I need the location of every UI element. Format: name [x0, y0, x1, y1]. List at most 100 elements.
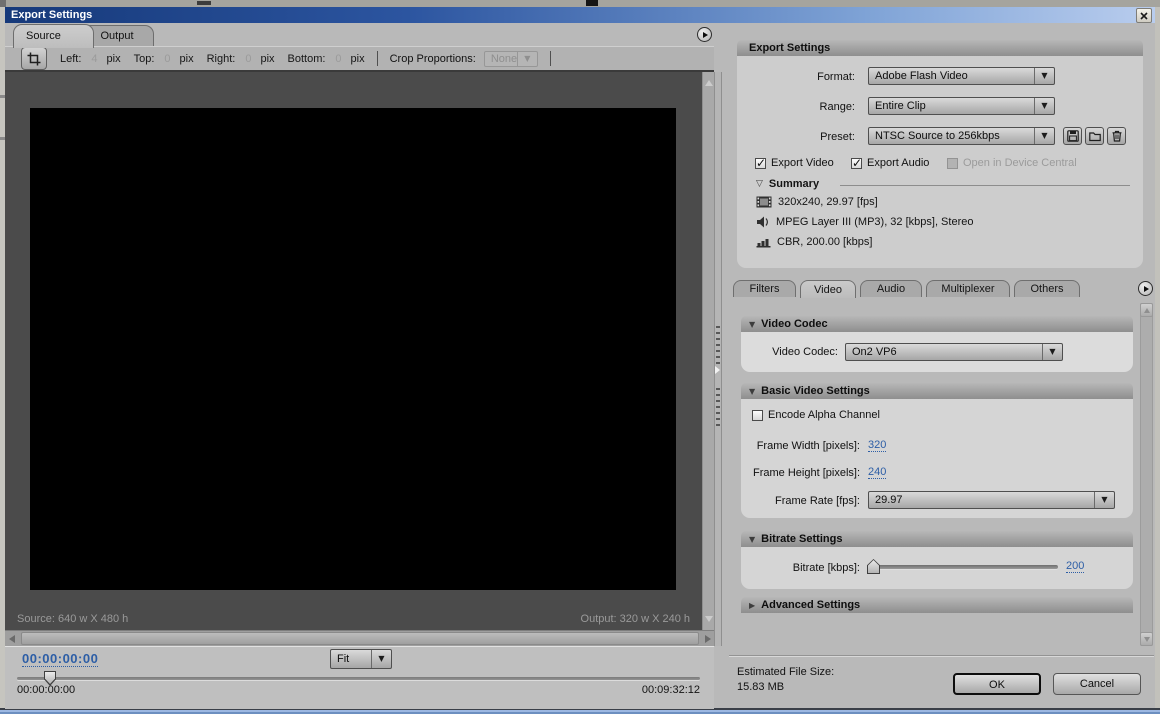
- advanced-settings-header[interactable]: ▶ Advanced Settings: [741, 597, 1133, 613]
- export-audio-checkbox[interactable]: Export Audio: [851, 157, 929, 169]
- frame-height-label: Frame Height [pixels]:: [737, 467, 860, 479]
- preset-dropdown[interactable]: NTSC Source to 256kbps ▼: [868, 127, 1055, 145]
- summary-audio-row: MPEG Layer III (MP3), 32 [kbps], Stereo: [756, 216, 973, 228]
- frame-height-value[interactable]: 240: [868, 466, 886, 479]
- close-button[interactable]: [1136, 8, 1152, 23]
- settings-scroll-down-button[interactable]: [1140, 632, 1153, 646]
- crop-bottom-value[interactable]: 0: [335, 53, 341, 65]
- frame-width-value[interactable]: 320: [868, 439, 886, 452]
- basic-video-settings-header[interactable]: ▼ Basic Video Settings: [741, 383, 1133, 399]
- toolbar-separator: [550, 51, 551, 66]
- horizontal-scroll-thumb[interactable]: [21, 632, 699, 645]
- splitter-collapse-icon[interactable]: [715, 366, 720, 374]
- crop-top-value[interactable]: 0: [164, 53, 170, 65]
- crop-left-value[interactable]: 4: [91, 53, 97, 65]
- tab-multiplexer[interactable]: Multiplexer: [926, 280, 1010, 297]
- triangle-down-icon: ▼: [749, 387, 755, 396]
- tab-source[interactable]: Source: [13, 24, 94, 48]
- scroll-left-icon[interactable]: [9, 635, 15, 643]
- frame-rate-dropdown[interactable]: 29.97 ▼: [868, 491, 1115, 509]
- checkbox-checked-icon[interactable]: [851, 158, 862, 169]
- preset-label: Preset:: [737, 131, 855, 143]
- chevron-down-icon: ▼: [1041, 132, 1047, 140]
- settings-scroll-up-button[interactable]: [1140, 303, 1153, 317]
- export-settings-header: Export Settings: [737, 40, 1143, 56]
- estimated-file-size-label: Estimated File Size:: [737, 666, 834, 678]
- summary-video-row: 320x240, 29.97 [fps]: [756, 196, 878, 208]
- checkbox-checked-icon[interactable]: [755, 158, 766, 169]
- crop-icon: [27, 52, 41, 66]
- crop-left-unit: pix: [107, 53, 121, 65]
- crop-left-label: Left:: [60, 53, 81, 65]
- preview-horizontal-scrollbar[interactable]: [5, 630, 714, 646]
- timeline-track[interactable]: [17, 677, 700, 680]
- summary-bitrate-text: CBR, 200.00 [kbps]: [777, 236, 872, 248]
- crop-right-unit: pix: [260, 53, 274, 65]
- export-settings-title: Export Settings: [749, 42, 830, 54]
- save-preset-button[interactable]: [1063, 127, 1082, 145]
- encode-alpha-checkbox[interactable]: Encode Alpha Channel: [752, 409, 880, 421]
- summary-expander[interactable]: ▽ Summary: [756, 178, 819, 190]
- crop-right-value[interactable]: 0: [245, 53, 251, 65]
- view-zoom-dropdown[interactable]: Fit ▼: [330, 649, 392, 669]
- video-preview-frame: [30, 108, 676, 590]
- tab-others[interactable]: Others: [1014, 280, 1080, 297]
- triangle-down-icon: ▼: [749, 320, 755, 329]
- advanced-settings-title: Advanced Settings: [761, 599, 860, 611]
- desktop-edge-right: [1155, 7, 1160, 708]
- crop-top-unit: pix: [180, 53, 194, 65]
- frame-rate-value: 29.97: [869, 494, 1094, 506]
- summary-divider: [840, 185, 1130, 186]
- cancel-button[interactable]: Cancel: [1053, 673, 1141, 695]
- splitter-grip[interactable]: [716, 326, 720, 364]
- delete-preset-button[interactable]: [1107, 127, 1126, 145]
- tab-filters[interactable]: Filters: [733, 280, 796, 297]
- chevron-down-icon: ▼: [1049, 348, 1055, 356]
- crop-bottom-label: Bottom:: [288, 53, 326, 65]
- triangle-down-icon: ▼: [749, 535, 755, 544]
- splitter-grip[interactable]: [716, 388, 720, 426]
- current-timecode-field[interactable]: 00:00:00:00: [22, 651, 98, 667]
- title-bar[interactable]: Export Settings: [5, 7, 1155, 23]
- import-preset-button[interactable]: [1085, 127, 1104, 145]
- folder-icon: [1089, 130, 1101, 142]
- scroll-down-icon[interactable]: [705, 616, 713, 622]
- bitrate-settings-header[interactable]: ▼ Bitrate Settings: [741, 531, 1133, 547]
- tab-video[interactable]: Video: [800, 280, 856, 298]
- frame-rate-label: Frame Rate [fps]:: [737, 495, 860, 507]
- tab-audio[interactable]: Audio: [860, 280, 922, 297]
- crop-right-label: Right:: [207, 53, 236, 65]
- format-value: Adobe Flash Video: [869, 70, 1034, 82]
- estimated-file-size-value: 15.83 MB: [737, 681, 784, 693]
- format-dropdown[interactable]: Adobe Flash Video ▼: [868, 67, 1055, 85]
- frame-width-label: Frame Width [pixels]:: [737, 440, 860, 452]
- summary-audio-text: MPEG Layer III (MP3), 32 [kbps], Stereo: [776, 216, 973, 228]
- chevron-down-icon: ▼: [1041, 72, 1047, 80]
- preview-vertical-scrollbar[interactable]: [702, 72, 714, 630]
- range-dropdown[interactable]: Entire Clip ▼: [868, 97, 1055, 115]
- checkbox-disabled-icon: [947, 158, 958, 169]
- tab-overflow-button[interactable]: [1138, 281, 1153, 296]
- video-codec-header[interactable]: ▼ Video Codec: [741, 316, 1133, 332]
- settings-vertical-scrollbar[interactable]: [1140, 303, 1153, 646]
- crop-button[interactable]: [21, 47, 47, 70]
- flyout-arrow-icon: [703, 32, 708, 38]
- export-video-checkbox[interactable]: Export Video: [755, 157, 834, 169]
- video-codec-title: Video Codec: [761, 318, 827, 330]
- bitrate-value[interactable]: 200: [1066, 560, 1084, 573]
- video-codec-label: Video Codec:: [737, 346, 838, 358]
- bitrate-label: Bitrate [kbps]:: [737, 562, 860, 574]
- open-device-central-label: Open in Device Central: [963, 157, 1077, 169]
- encode-alpha-label: Encode Alpha Channel: [768, 409, 880, 421]
- ok-button[interactable]: OK: [953, 673, 1041, 695]
- crop-top-label: Top:: [134, 53, 155, 65]
- scroll-up-icon[interactable]: [705, 80, 713, 86]
- scroll-down-icon: [1144, 637, 1150, 642]
- bitrate-settings-title: Bitrate Settings: [761, 533, 842, 545]
- video-codec-dropdown[interactable]: On2 VP6 ▼: [845, 343, 1063, 361]
- chevron-down-icon: ▼: [1101, 496, 1107, 504]
- checkbox-unchecked-icon[interactable]: [752, 410, 763, 421]
- bitrate-slider-track[interactable]: [874, 565, 1058, 569]
- scroll-right-icon[interactable]: [705, 635, 711, 643]
- source-panel-menu-button[interactable]: [697, 27, 712, 42]
